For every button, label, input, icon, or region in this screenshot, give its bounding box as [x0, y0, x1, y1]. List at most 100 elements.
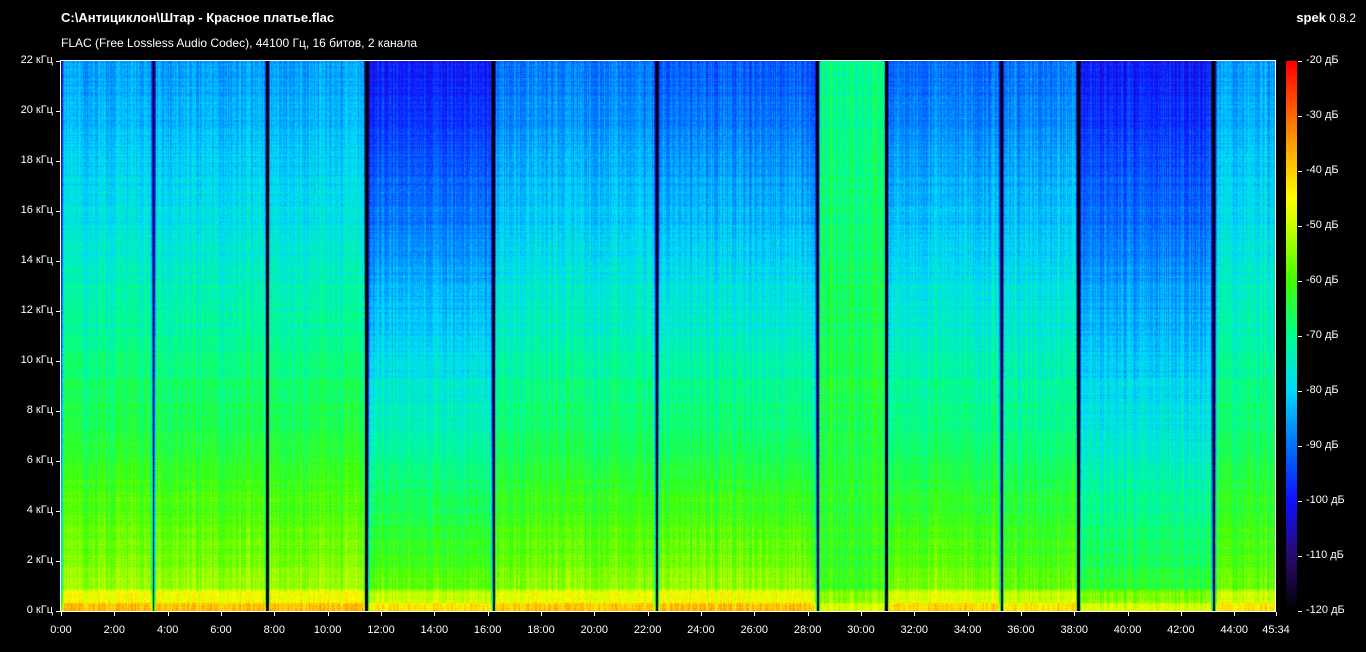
y-tick [56, 211, 60, 212]
y-tick-label: 14 кГц [20, 254, 53, 266]
x-tick [808, 612, 809, 616]
x-tick [701, 612, 702, 616]
y-tick-label: 18 кГц [20, 154, 53, 166]
y-tick [56, 561, 60, 562]
x-tick-label: 40:00 [1113, 624, 1142, 636]
y-tick [56, 361, 60, 362]
colorbar-tick [1298, 391, 1302, 392]
x-tick [1181, 612, 1182, 616]
y-tick [56, 311, 60, 312]
colorbar [1286, 61, 1297, 611]
x-tick-label: 38:00 [1060, 624, 1088, 636]
y-tick-label: 8 кГц [26, 404, 53, 416]
x-tick-label: 8:00 [263, 624, 286, 636]
x-tick [381, 612, 382, 616]
y-tick-label: 6 кГц [26, 454, 53, 466]
colorbar-tick [1298, 61, 1302, 62]
colorbar-tick-label: -60 дБ [1306, 274, 1339, 286]
x-tick-label: 18:00 [527, 624, 555, 636]
x-tick-label: 28:00 [793, 624, 822, 636]
x-tick [594, 612, 595, 616]
colorbar-tick-label: -70 дБ [1306, 329, 1339, 341]
x-tick [168, 612, 169, 616]
colorbar-tick-label: -120 дБ [1306, 604, 1345, 616]
colorbar-tick [1298, 281, 1302, 282]
y-tick [56, 511, 60, 512]
colorbar-tick [1298, 556, 1302, 557]
y-tick [56, 461, 60, 462]
y-tick-label: 16 кГц [20, 204, 53, 216]
x-tick-label: 36:00 [1007, 624, 1035, 636]
x-tick-label: 44:00 [1220, 624, 1248, 636]
colorbar-tick [1298, 226, 1302, 227]
audio-info: FLAC (Free Lossless Audio Codec), 44100 … [61, 36, 417, 50]
x-tick [861, 612, 862, 616]
x-tick [221, 612, 222, 616]
x-tick [1276, 612, 1277, 616]
x-tick [61, 612, 62, 616]
colorbar-tick-label: -20 дБ [1306, 54, 1339, 66]
colorbar-tick-label: -30 дБ [1306, 109, 1339, 121]
y-tick-label: 0 кГц [26, 604, 53, 616]
y-tick-label: 22 кГц [20, 54, 53, 66]
x-tick-label: 12:00 [367, 624, 395, 636]
x-tick-label: 6:00 [210, 624, 232, 636]
plot-frame [60, 60, 1276, 611]
x-tick [754, 612, 755, 616]
x-tick-label: 10:00 [313, 624, 342, 636]
app-version: 0.8.2 [1329, 11, 1356, 25]
x-tick [434, 612, 435, 616]
x-tick [488, 612, 489, 616]
colorbar-tick-label: -100 дБ [1306, 494, 1345, 506]
colorbar-tick-label: -110 дБ [1306, 549, 1344, 561]
y-tick-label: 12 кГц [20, 304, 53, 316]
x-axis-line [60, 611, 1276, 612]
x-tick [541, 612, 542, 616]
x-tick-label: 14:00 [420, 624, 449, 636]
colorbar-tick [1298, 336, 1302, 337]
app-brand: spek 0.8.2 [1296, 10, 1356, 25]
colorbar-tick [1298, 171, 1302, 172]
colorbar-tick-label: -90 дБ [1306, 439, 1339, 451]
colorbar-tick [1298, 611, 1302, 612]
y-tick [56, 111, 60, 112]
x-tick [1074, 612, 1075, 616]
y-tick-label: 10 кГц [20, 354, 53, 366]
y-tick [56, 261, 60, 262]
x-tick-label: 2:00 [103, 624, 126, 636]
y-tick-label: 4 кГц [26, 504, 53, 516]
x-tick-label: 42:00 [1167, 624, 1195, 636]
y-tick [56, 611, 60, 612]
x-tick [648, 612, 649, 616]
x-tick-label: 34:00 [953, 624, 982, 636]
colorbar-tick [1298, 446, 1302, 447]
x-tick-label: 45:34 [1262, 624, 1290, 636]
colorbar-tick [1298, 116, 1302, 117]
x-tick-label: 22:00 [633, 624, 662, 636]
x-tick-label: 24:00 [687, 624, 715, 636]
x-tick [1128, 612, 1129, 616]
x-tick [968, 612, 969, 616]
y-tick [56, 61, 60, 62]
x-tick-label: 26:00 [740, 624, 769, 636]
colorbar-tick [1298, 501, 1302, 502]
app-name: spek [1296, 10, 1326, 25]
colorbar-tick-label: -40 дБ [1306, 164, 1339, 176]
y-tick-label: 2 кГц [26, 554, 53, 566]
y-tick-label: 20 кГц [20, 104, 53, 116]
x-tick [914, 612, 915, 616]
x-tick [114, 612, 115, 616]
x-tick-label: 32:00 [900, 624, 929, 636]
x-tick [1021, 612, 1022, 616]
x-tick [274, 612, 275, 616]
y-tick [56, 161, 60, 162]
x-tick [328, 612, 329, 616]
x-tick-label: 20:00 [580, 624, 609, 636]
x-tick-label: 16:00 [473, 624, 502, 636]
x-tick [1234, 612, 1235, 616]
y-tick [56, 411, 60, 412]
colorbar-tick-label: -80 дБ [1306, 384, 1339, 396]
x-tick-label: 30:00 [847, 624, 875, 636]
colorbar-tick-label: -50 дБ [1306, 219, 1339, 231]
x-tick-label: 0:00 [50, 624, 72, 636]
